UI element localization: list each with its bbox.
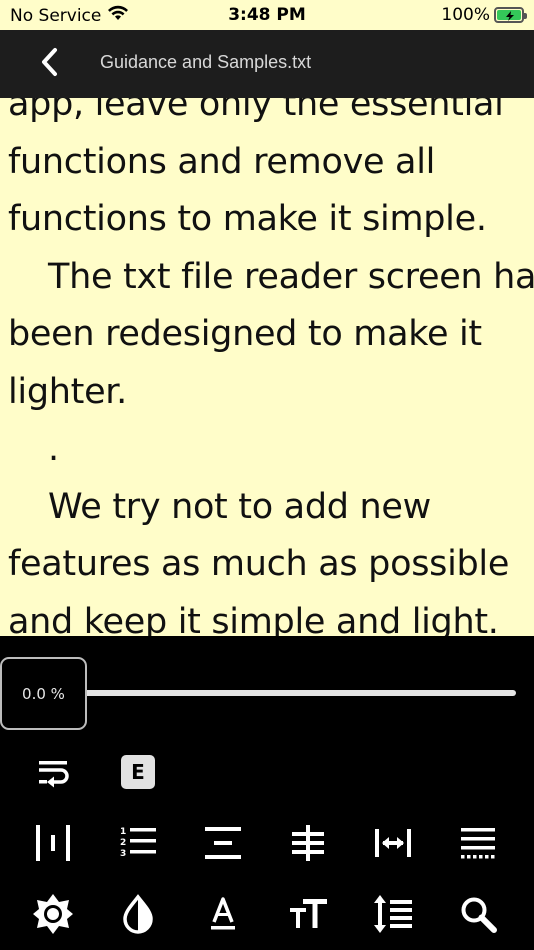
brightness-button[interactable] (30, 891, 76, 937)
contrast-button[interactable] (115, 891, 161, 937)
search-icon (458, 894, 498, 934)
margin-button[interactable] (30, 820, 76, 866)
word-wrap-button[interactable] (30, 749, 76, 795)
progress-readout[interactable]: 0.0 % (0, 657, 87, 730)
line-spacing-button[interactable] (370, 891, 416, 937)
strikethrough-button[interactable] (285, 820, 331, 866)
paragraph-spacing-icon (458, 823, 498, 863)
text-line: and keep it simple and light. (8, 601, 499, 637)
font-color-button[interactable] (200, 891, 246, 937)
svg-text:2: 2 (120, 838, 126, 848)
text-line: lighter. (8, 371, 128, 412)
brightness-icon (32, 893, 74, 935)
reader-text: app, leave only the essential functions … (8, 98, 534, 636)
line-numbers-button[interactable]: 1 2 3 (115, 820, 161, 866)
battery-icon (494, 7, 527, 23)
word-wrap-icon (35, 756, 71, 788)
status-right: 100% (441, 5, 527, 25)
font-size-button[interactable] (285, 891, 331, 937)
text-line: functions and remove all (8, 141, 436, 182)
margin-icon (33, 823, 73, 863)
width-icon (373, 823, 413, 863)
font-color-icon (203, 894, 243, 934)
progress-label: 0.0 % (22, 684, 65, 703)
line-spacing-icon (372, 894, 414, 934)
nav-bar: Guidance and Samples.txt (0, 30, 534, 98)
strikethrough-icon (288, 823, 328, 863)
text-line: app, leave only the essential (8, 98, 504, 124)
line-numbers-icon: 1 2 3 (118, 823, 158, 863)
svg-text:3: 3 (120, 849, 126, 859)
encoding-label: E (131, 760, 145, 784)
font-size-icon (288, 894, 328, 934)
text-line: The txt file reader screen has (48, 256, 534, 297)
battery-percent: 100% (441, 5, 490, 25)
reader-content[interactable]: app, leave only the essential functions … (0, 98, 534, 636)
contrast-icon (118, 894, 158, 934)
text-line: functions to make it simple. (8, 199, 487, 239)
back-button[interactable] (30, 44, 70, 84)
paragraph-spacing-button[interactable] (455, 820, 501, 866)
text-line: We try not to add new (48, 486, 431, 527)
text-line: been redesigned to make it (8, 314, 482, 354)
document-title: Guidance and Samples.txt (100, 52, 312, 72)
battery-fill (497, 10, 521, 21)
align-center-button[interactable] (200, 820, 246, 866)
chevron-left-icon (39, 47, 61, 81)
search-button[interactable] (455, 891, 501, 937)
width-button[interactable] (370, 820, 416, 866)
text-line: . (48, 429, 59, 469)
encoding-e-icon: E (121, 755, 155, 789)
battery-tip (524, 13, 527, 19)
align-center-icon (203, 823, 243, 863)
encoding-button[interactable]: E (115, 749, 161, 795)
status-bar: No Service 3:48 PM 100% (0, 0, 534, 30)
text-line: features as much as possible (8, 544, 510, 584)
settings-panel: 0.0 % E 1 2 3 (0, 636, 534, 950)
svg-text:1: 1 (120, 827, 126, 837)
progress-slider[interactable] (80, 690, 516, 696)
